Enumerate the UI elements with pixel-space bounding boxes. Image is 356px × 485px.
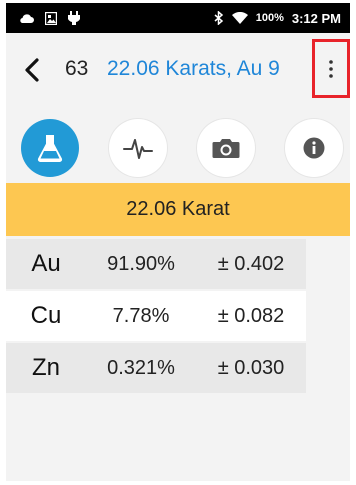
flask-icon: [37, 135, 63, 162]
battery-level: 100%: [255, 12, 284, 24]
spectrum-tab-button[interactable]: [109, 119, 167, 177]
wifi-icon: [231, 12, 248, 24]
element-percent: 7.78%: [112, 304, 170, 327]
element-error: ± 0.082: [217, 304, 285, 327]
sample-number: 63: [65, 57, 89, 80]
info-icon: [303, 137, 325, 159]
element-percent: 0.321%: [107, 356, 175, 379]
view-toolbar: [6, 110, 350, 180]
table-row: Cu 7.78% ± 0.082: [6, 291, 306, 341]
title-bar: 63 22.06 Karats, Au 9: [6, 33, 350, 105]
status-bar: 100% 3:12 PM: [6, 3, 350, 33]
spectrum-icon: [123, 139, 153, 159]
usb-icon: [68, 11, 80, 25]
bluetooth-icon: [214, 11, 224, 25]
back-arrow-icon: [25, 58, 39, 82]
page-title: 22.06 Karats, Au 9: [107, 57, 280, 80]
element-error: ± 0.030: [217, 356, 285, 379]
karat-banner: 22.06 Karat: [6, 183, 350, 236]
device-screen: 100% 3:12 PM 63 22.06 Karats, Au 9 22.06…: [6, 3, 350, 481]
overflow-menu-button[interactable]: [312, 39, 350, 98]
gallery-icon: [45, 11, 57, 25]
cloud-icon: [18, 12, 34, 24]
element-percent: 91.90%: [107, 252, 175, 275]
info-tab-button[interactable]: [285, 119, 343, 177]
table-row: Au 91.90% ± 0.402: [6, 239, 306, 289]
element-error: ± 0.402: [217, 252, 285, 275]
clock-time: 3:12 PM: [291, 10, 341, 26]
back-button[interactable]: [20, 55, 44, 85]
element-symbol: Zn: [6, 343, 86, 393]
table-row: Zn 0.321% ± 0.030: [6, 343, 306, 393]
composition-table: Au 91.90% ± 0.402 Cu 7.78% ± 0.082 Zn 0.…: [6, 239, 306, 395]
camera-tab-button[interactable]: [197, 119, 255, 177]
results-tab-button[interactable]: [21, 119, 79, 177]
more-vert-icon: [329, 59, 333, 78]
camera-icon: [212, 139, 240, 158]
element-symbol: Cu: [6, 291, 86, 341]
element-symbol: Au: [6, 239, 86, 289]
